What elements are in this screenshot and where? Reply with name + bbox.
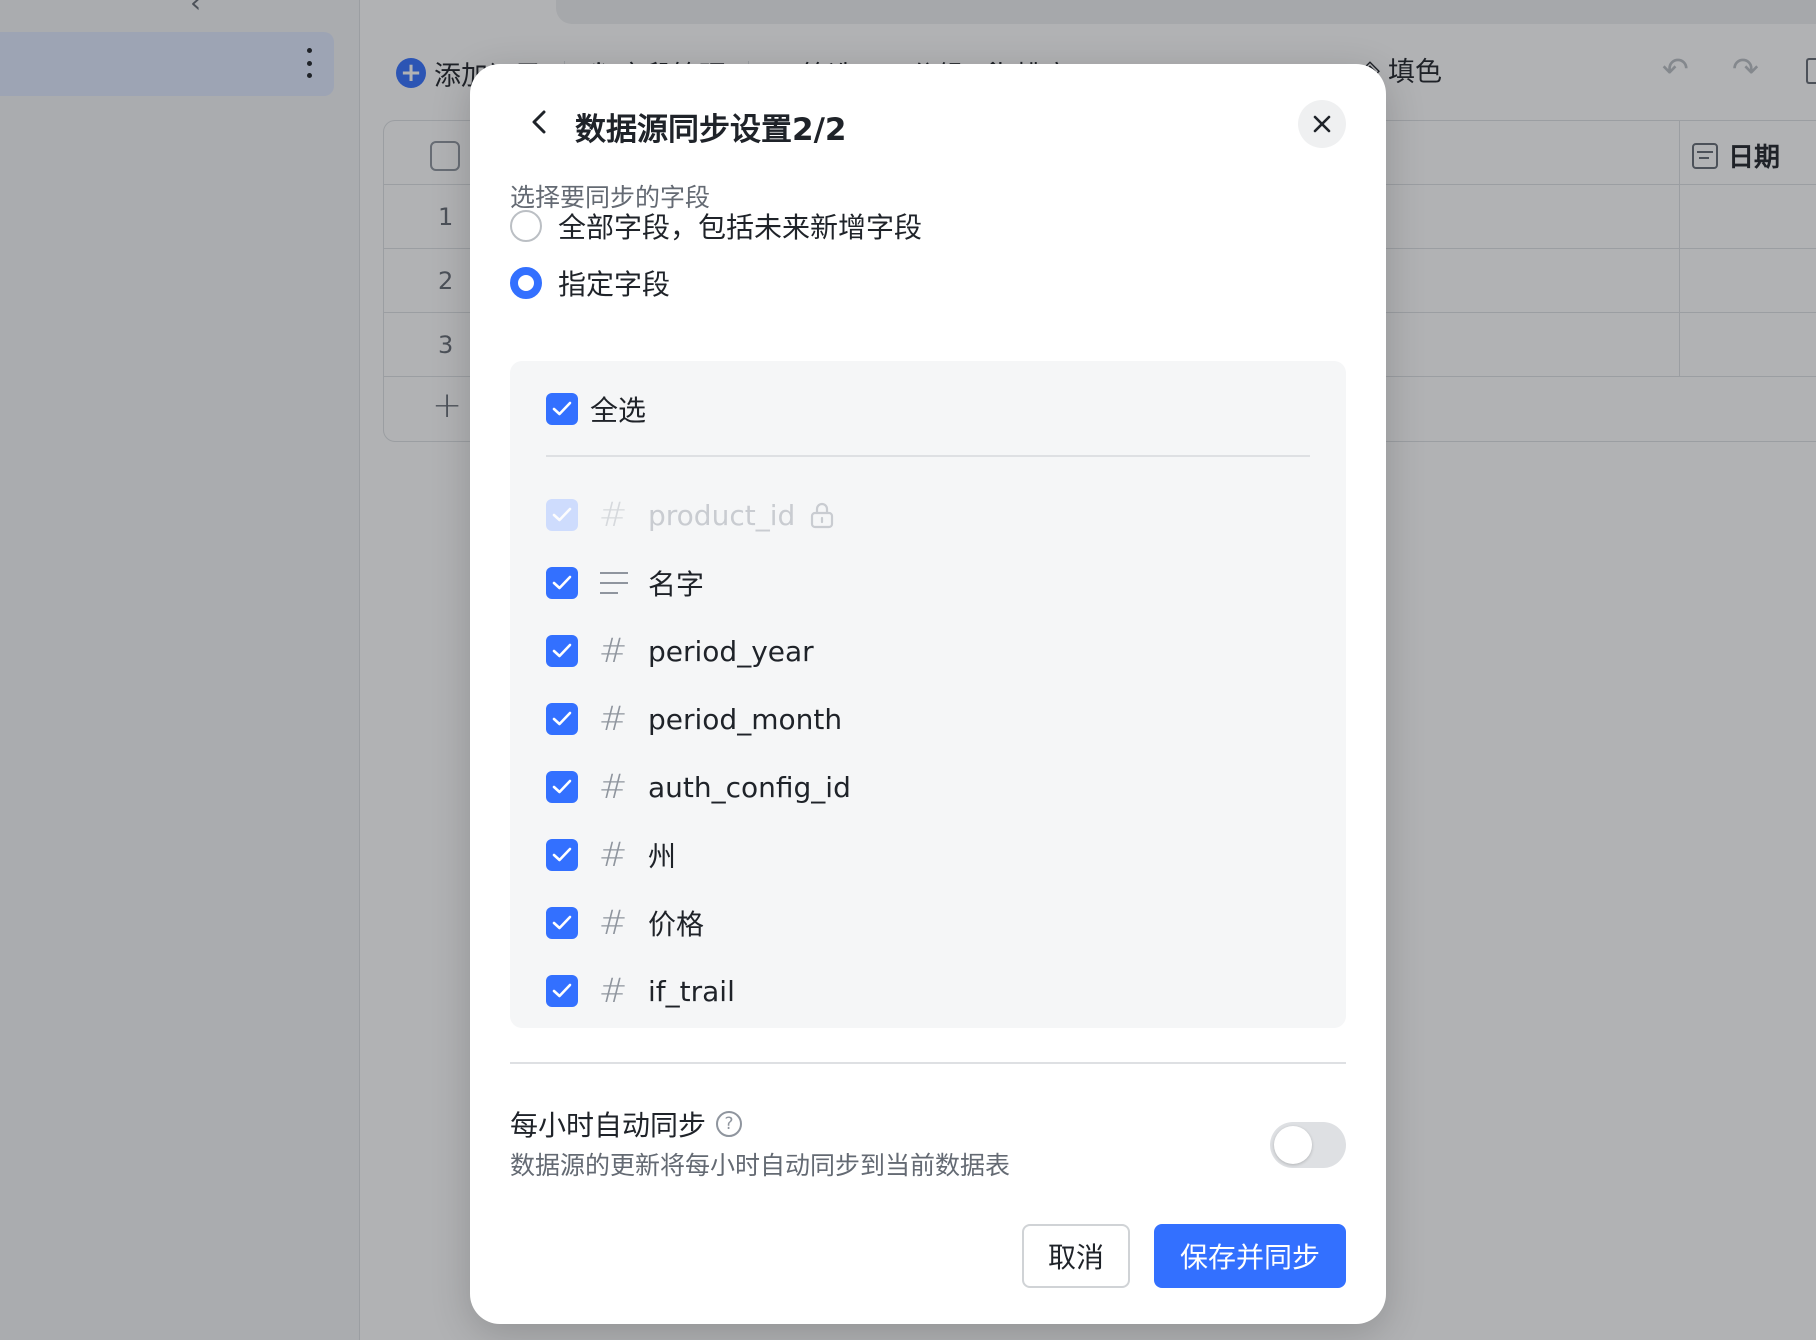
- checkbox-checked[interactable]: [546, 635, 578, 667]
- field-item-product-id: # product_id: [546, 481, 1310, 549]
- auto-sync-toggle[interactable]: [1270, 1122, 1346, 1168]
- auto-sync-label: 每小时自动同步: [510, 1109, 707, 1142]
- number-type-icon: #: [598, 767, 628, 807]
- checkmark-icon: [552, 983, 572, 998]
- cancel-button[interactable]: 取消: [1022, 1224, 1130, 1288]
- divider: [546, 455, 1310, 457]
- field-name: 名字: [648, 568, 705, 601]
- field-item-name[interactable]: 名字: [546, 549, 1310, 617]
- checkmark-icon: [552, 847, 572, 862]
- field-item-price[interactable]: # 价格: [546, 889, 1310, 957]
- number-type-icon: #: [598, 495, 628, 535]
- checkmark-icon: [552, 401, 572, 416]
- checkbox-checked[interactable]: [546, 771, 578, 803]
- modal-title: 数据源同步设置2/2: [575, 112, 847, 148]
- number-type-icon: #: [598, 971, 628, 1011]
- field-item-if-trail[interactable]: # if_trail: [546, 957, 1310, 1025]
- checkbox-checked[interactable]: [546, 703, 578, 735]
- field-name: product_id: [648, 498, 796, 532]
- back-arrow-icon[interactable]: [524, 106, 556, 138]
- close-button[interactable]: [1298, 100, 1346, 148]
- radio-all-fields[interactable]: 全部字段，包括未来新增字段: [510, 206, 922, 246]
- radio-all-fields-label: 全部字段，包括未来新增字段: [558, 211, 923, 244]
- radio-specified-fields-label: 指定字段: [558, 268, 671, 301]
- number-type-icon: #: [598, 631, 628, 671]
- checkmark-icon: [552, 915, 572, 930]
- field-selection-panel: 全选 # product_id 名字 # period_year # perio…: [510, 361, 1346, 1028]
- field-item-state[interactable]: # 州: [546, 821, 1310, 889]
- field-name: if_trail: [648, 974, 735, 1008]
- sync-settings-modal: 数据源同步设置2/2 选择要同步的字段 全部字段，包括未来新增字段 指定字段 全…: [470, 64, 1386, 1324]
- checkbox-checked[interactable]: [546, 975, 578, 1007]
- number-type-icon: #: [598, 903, 628, 943]
- checkbox-disabled: [546, 499, 578, 531]
- field-name: period_year: [648, 634, 814, 668]
- field-name: auth_config_id: [648, 770, 851, 804]
- select-all-label: 全选: [590, 394, 647, 427]
- help-icon[interactable]: ?: [716, 1111, 743, 1137]
- checkmark-icon: [552, 575, 572, 590]
- auto-sync-title: 每小时自动同步 ?: [510, 1104, 743, 1144]
- field-item-period-month[interactable]: # period_month: [546, 685, 1310, 753]
- field-item-period-year[interactable]: # period_year: [546, 617, 1310, 685]
- checkbox-checked[interactable]: [546, 567, 578, 599]
- checkmark-icon: [552, 507, 572, 522]
- field-name: 价格: [648, 908, 705, 941]
- field-list: # product_id 名字 # period_year # period_m…: [546, 481, 1310, 1025]
- number-type-icon: #: [598, 699, 628, 739]
- auto-sync-description: 数据源的更新将每小时自动同步到当前数据表: [510, 1151, 1011, 1180]
- checkbox-checked[interactable]: [546, 393, 578, 425]
- checkmark-icon: [552, 711, 572, 726]
- divider: [510, 1062, 1346, 1064]
- text-type-icon: [600, 572, 628, 594]
- radio-button-selected[interactable]: [510, 267, 542, 299]
- checkmark-icon: [552, 779, 572, 794]
- save-and-sync-button[interactable]: 保存并同步: [1154, 1224, 1346, 1288]
- checkmark-icon: [552, 643, 572, 658]
- modal-header: 数据源同步设置2/2: [470, 64, 1386, 184]
- field-name: 州: [648, 840, 677, 873]
- radio-specified-fields[interactable]: 指定字段: [510, 263, 670, 303]
- close-icon: [1313, 115, 1331, 133]
- lock-icon: [811, 502, 834, 529]
- radio-button[interactable]: [510, 210, 542, 242]
- checkbox-checked[interactable]: [546, 907, 578, 939]
- field-name: period_month: [648, 702, 843, 736]
- field-item-auth-config-id[interactable]: # auth_config_id: [546, 753, 1310, 821]
- select-all-checkbox[interactable]: 全选: [546, 389, 646, 429]
- toggle-knob: [1274, 1126, 1312, 1164]
- checkbox-checked[interactable]: [546, 839, 578, 871]
- number-type-icon: #: [598, 835, 628, 875]
